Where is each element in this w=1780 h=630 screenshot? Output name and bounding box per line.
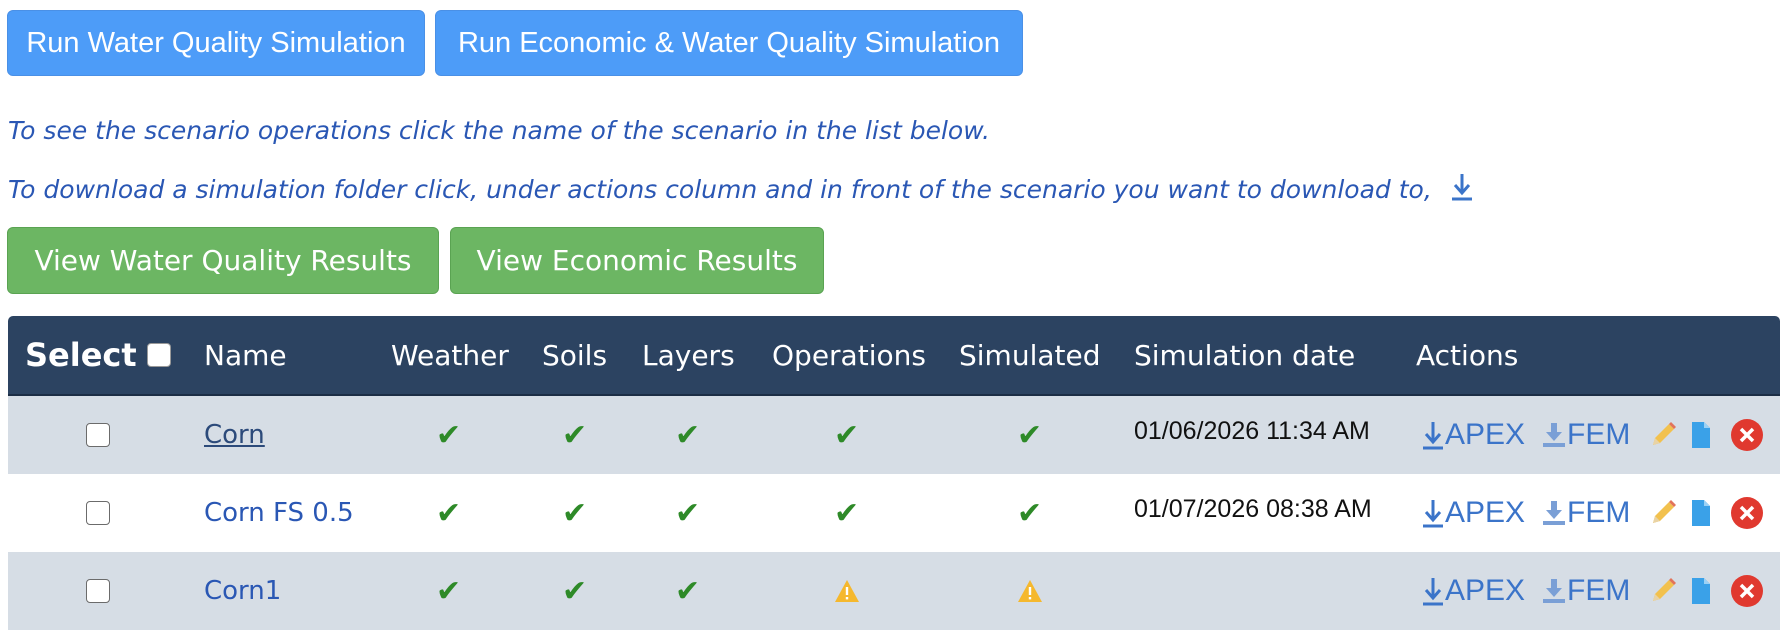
weather-checkmark-icon: ✔ <box>436 495 462 531</box>
header-soils[interactable]: Soils <box>542 316 607 394</box>
simulation-date: 01/07/2026 08:38 AM <box>1134 494 1372 523</box>
operations-checkmark-icon: ✔ <box>834 495 860 531</box>
header-select-label: Select <box>25 336 137 374</box>
soils-checkmark-icon: ✔ <box>562 495 588 531</box>
download-arrow-icon <box>1423 578 1443 606</box>
info-download-text: To download a simulation folder click, u… <box>8 175 1432 204</box>
apex-label: APEX <box>1445 496 1526 529</box>
weather-checkmark-icon: ✔ <box>436 417 462 453</box>
soils-checkmark-icon: ✔ <box>562 573 588 609</box>
document-copy-icon[interactable] <box>1689 576 1713 606</box>
delete-x-icon[interactable] <box>1730 418 1764 452</box>
simulated-checkmark-icon: ✔ <box>1017 495 1043 531</box>
delete-x-icon[interactable] <box>1730 574 1764 608</box>
weather-checkmark-icon: ✔ <box>436 573 462 609</box>
download-tray-icon <box>1543 423 1565 447</box>
simulated-checkmark-icon: ✔ <box>1017 417 1043 453</box>
operations-warning-icon <box>835 580 859 602</box>
header-layers[interactable]: Layers <box>642 316 735 394</box>
simulation-date: 01/06/2026 11:34 AM <box>1134 416 1370 445</box>
scenario-name-link[interactable]: Corn FS 0.5 <box>204 498 354 528</box>
layers-checkmark-icon: ✔ <box>675 417 701 453</box>
operations-checkmark-icon: ✔ <box>834 417 860 453</box>
fem-label: FEM <box>1567 418 1631 451</box>
view-water-quality-results-button[interactable]: View Water Quality Results <box>7 227 439 294</box>
download-apex-button[interactable]: APEX <box>1421 574 1525 608</box>
apex-label: APEX <box>1445 574 1526 607</box>
row-checkbox[interactable] <box>86 501 110 525</box>
pencil-icon[interactable] <box>1648 498 1678 528</box>
pencil-icon[interactable] <box>1648 576 1678 606</box>
download-apex-button[interactable]: APEX <box>1421 418 1525 452</box>
header-simulation-date[interactable]: Simulation date <box>1134 316 1355 394</box>
table-row: Corn ✔ ✔ ✔ ✔ ✔ 01/06/2026 11:34 AM APEX … <box>8 396 1780 474</box>
layers-checkmark-icon: ✔ <box>675 573 701 609</box>
table-header: Select Name Weather Soils Layers Operati… <box>8 316 1780 396</box>
scenario-table: Select Name Weather Soils Layers Operati… <box>8 316 1780 630</box>
header-weather[interactable]: Weather <box>391 316 509 394</box>
download-arrow-icon <box>1450 172 1474 208</box>
row-checkbox[interactable] <box>86 579 110 603</box>
document-copy-icon[interactable] <box>1689 498 1713 528</box>
download-tray-icon <box>1543 579 1565 603</box>
header-name[interactable]: Name <box>204 316 287 394</box>
info-text-download: To download a simulation folder click, u… <box>8 172 1474 208</box>
layers-checkmark-icon: ✔ <box>675 495 701 531</box>
download-fem-button[interactable]: FEM <box>1541 574 1630 608</box>
scenario-name-link[interactable]: Corn <box>204 420 265 450</box>
table-row: Corn FS 0.5 ✔ ✔ ✔ ✔ ✔ 01/07/2026 08:38 A… <box>8 474 1780 552</box>
download-arrow-icon <box>1423 500 1443 528</box>
header-simulated[interactable]: Simulated <box>959 316 1101 394</box>
fem-label: FEM <box>1567 496 1631 529</box>
header-operations[interactable]: Operations <box>772 316 926 394</box>
table-row: Corn1 ✔ ✔ ✔ APEX FEM <box>8 552 1780 630</box>
pencil-icon[interactable] <box>1648 420 1678 450</box>
apex-label: APEX <box>1445 418 1526 451</box>
download-tray-icon <box>1543 501 1565 525</box>
info-text-scenario-operations: To see the scenario operations click the… <box>8 116 991 145</box>
download-fem-button[interactable]: FEM <box>1541 496 1630 530</box>
fem-label: FEM <box>1567 574 1631 607</box>
run-water-quality-simulation-button[interactable]: Run Water Quality Simulation <box>7 10 425 76</box>
row-checkbox[interactable] <box>86 423 110 447</box>
scenario-name-link[interactable]: Corn1 <box>204 576 281 606</box>
view-economic-results-button[interactable]: View Economic Results <box>450 227 824 294</box>
run-economic-water-quality-simulation-button[interactable]: Run Economic & Water Quality Simulation <box>435 10 1023 76</box>
select-all-checkbox[interactable] <box>146 343 171 367</box>
download-arrow-icon <box>1423 422 1443 450</box>
header-actions: Actions <box>1416 338 1519 372</box>
download-apex-button[interactable]: APEX <box>1421 496 1525 530</box>
header-select: Select <box>25 316 171 394</box>
soils-checkmark-icon: ✔ <box>562 417 588 453</box>
document-copy-icon[interactable] <box>1689 420 1713 450</box>
download-fem-button[interactable]: FEM <box>1541 418 1630 452</box>
simulated-warning-icon <box>1018 580 1042 602</box>
delete-x-icon[interactable] <box>1730 496 1764 530</box>
